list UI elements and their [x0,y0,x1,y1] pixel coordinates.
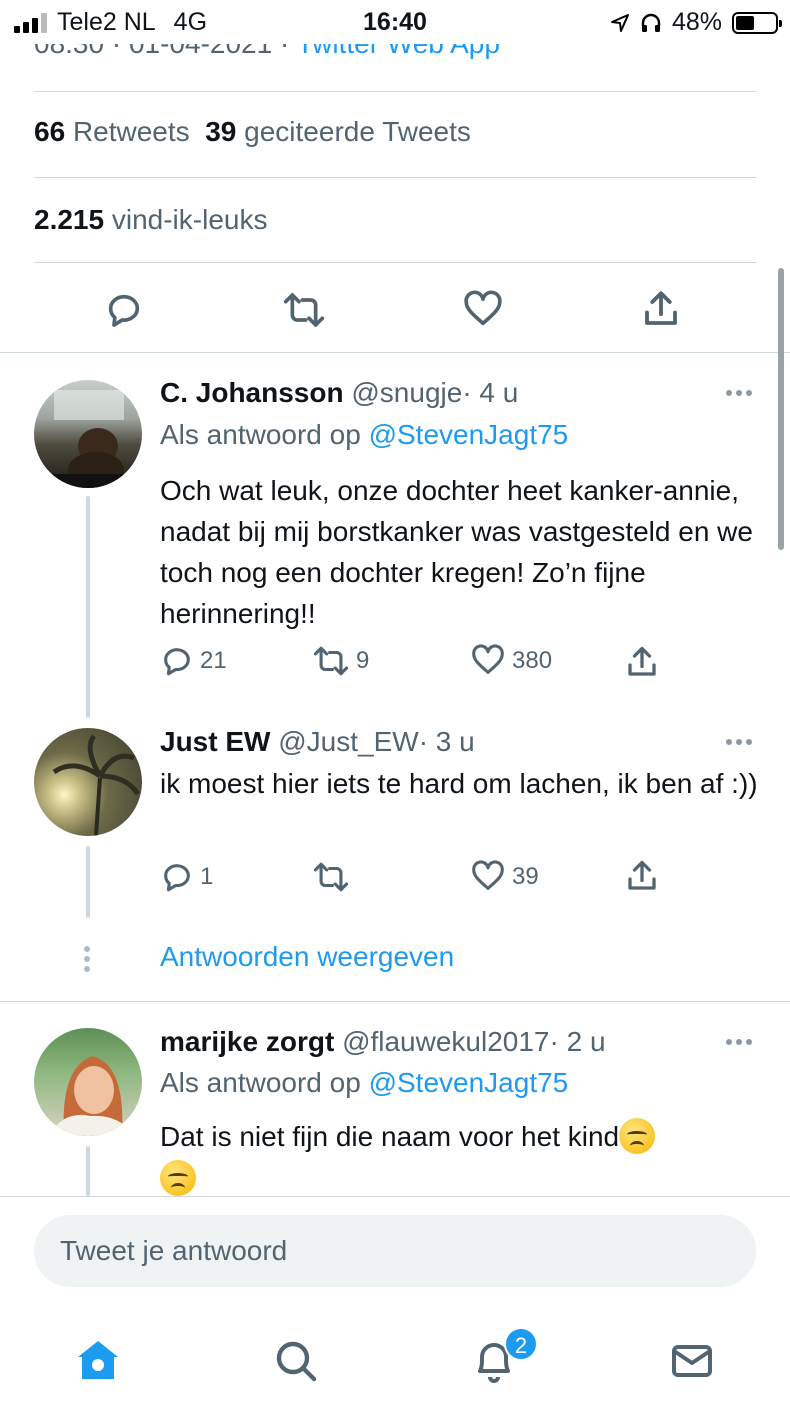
replying-to: Als antwoord op @StevenJagt75 [160,419,568,451]
tab-messages[interactable] [662,1331,722,1391]
share-button[interactable] [624,644,660,680]
heart-icon [472,644,504,674]
battery-icon [732,11,782,34]
like-button[interactable] [462,290,504,330]
more-options-icon[interactable] [726,1039,752,1045]
reply-button[interactable]: 1 [160,860,213,894]
palm-tree-photo [52,734,141,836]
author-handle[interactable]: @Just_EW [278,726,418,757]
status-bar: Tele2 NL 4G 16:40 48% [0,0,790,44]
more-options-icon[interactable] [726,739,752,745]
avatar[interactable] [34,380,142,488]
bottom-area: 2 [0,1196,790,1405]
tab-search[interactable] [266,1331,326,1391]
divider [34,262,756,263]
status-icons: 48% [610,8,782,37]
avatar[interactable] [34,1028,142,1136]
thread-line [86,1146,90,1196]
quotes-count: 39 [205,116,237,147]
retweet-button[interactable] [282,290,326,330]
reply-button[interactable] [104,290,144,330]
search-icon [276,1341,317,1382]
reply-prefix: Als antwoord op [160,1067,361,1098]
retweets-label: Retweets [72,116,190,147]
heart-icon [464,290,502,326]
disappointed-face-icon [619,1118,656,1154]
likes-label: vind-ik-leuks [111,204,268,235]
retweet-icon [313,646,349,676]
divider [34,91,756,92]
avatar[interactable] [34,728,142,836]
retweet-icon [283,293,325,327]
disappointed-face-icon [160,1160,196,1196]
author-name[interactable]: marijke zorgt [160,1026,334,1057]
share-icon [628,646,656,676]
post-time: · 3 u [418,726,475,757]
more-options-icon[interactable] [726,390,752,396]
retweet-button[interactable] [312,860,356,894]
like-button[interactable]: 39 [470,860,539,894]
author-handle[interactable]: @snugje [351,377,462,408]
tweet-text: ik moest hier iets te hard om lachen, ik… [160,768,758,799]
battery-percent: 48% [671,8,722,36]
like-button[interactable]: 380 [470,644,552,678]
notifications-badge: 2 [504,1327,538,1361]
battery-level [736,15,755,30]
share-icon [645,291,677,325]
reply-count: 1 [200,863,214,890]
reply-icon [164,648,190,676]
tab-bar: 2 [0,1317,790,1397]
retweet-button[interactable]: 9 [312,644,369,678]
thread-line [86,496,90,718]
quotes-label: geciteerde Tweets [244,116,471,147]
tweet-text: Och wat leuk, onze dochter heet kanker-a… [160,475,753,629]
retweets-count: 66 [34,116,66,147]
thread-line [86,846,90,918]
reply-prefix: Als antwoord op [160,419,361,450]
messages-icon [672,1345,712,1377]
reply-to-handle[interactable]: @StevenJagt75 [369,419,569,450]
reply-header: C. Johansson @snugje· 4 u [160,377,518,409]
reply-icon [108,294,140,327]
author-name[interactable]: C. Johansson [160,377,344,408]
share-icon [628,860,656,890]
person-photo [48,1056,134,1136]
retweet-count: 9 [356,647,370,674]
divider [0,352,790,353]
reply-count: 21 [200,647,227,674]
divider [0,1001,790,1002]
scrollbar[interactable] [778,268,784,550]
like-count: 380 [512,647,553,674]
tab-home[interactable] [68,1331,128,1391]
reply-header: Just EW @Just_EW· 3 u [160,726,475,758]
headphones-icon [641,13,661,32]
tweet-text-block: Dat is niet fijn die naam voor het kind [160,1116,760,1200]
home-icon [78,1341,118,1379]
heart-icon [472,860,504,890]
author-handle[interactable]: @flauwekul2017 [342,1026,549,1057]
reply-button[interactable]: 21 [160,644,227,678]
post-time: · 2 u [549,1026,606,1057]
tweet-text: Dat is niet fijn die naam voor het kind [160,1121,620,1152]
reply-input[interactable] [34,1215,756,1287]
post-time: · 4 u [462,377,519,408]
replying-to: Als antwoord op @StevenJagt75 [160,1067,568,1099]
reply-icon [164,864,190,892]
share-button[interactable] [640,288,682,330]
likes-stats[interactable]: 2.215 vind-ik-leuks [34,204,267,236]
author-name[interactable]: Just EW [160,726,270,757]
retweet-icon [313,862,349,892]
thread-dots-icon [84,946,90,972]
share-button[interactable] [624,858,660,894]
likes-count: 2.215 [34,204,105,235]
show-replies-link[interactable]: Antwoorden weergeven [160,941,454,973]
retweet-stats[interactable]: 66 Retweets 39 geciteerde Tweets [34,116,471,148]
reply-header: marijke zorgt @flauwekul2017· 2 u [160,1026,606,1058]
reply-to-handle[interactable]: @StevenJagt75 [369,1067,569,1098]
location-icon [610,13,629,32]
divider [34,177,756,178]
like-count: 39 [512,863,539,890]
dog-photo [34,390,142,488]
